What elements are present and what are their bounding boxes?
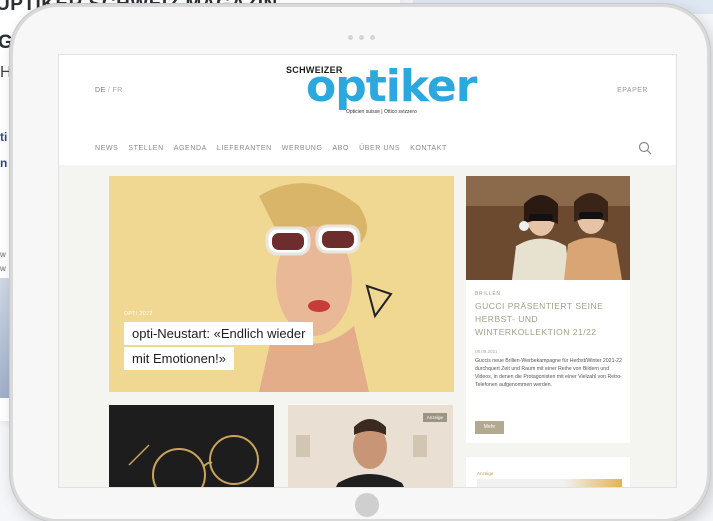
logo-wordmark: optiker (306, 61, 477, 112)
article-tile-glasses[interactable] (109, 405, 274, 487)
background-link[interactable]: n (0, 156, 7, 170)
logo-tagline: Opticien suisse | Ottico svizzero (346, 109, 417, 115)
tablet-screen: DE / FR SCHWEIZER optiker Opticien suiss… (58, 54, 677, 488)
nav-item-agenda[interactable]: AGENDA (174, 145, 207, 152)
article-teaser: Guccis neue Brillen-Werbekampagne für He… (475, 358, 622, 389)
ad-tile-right[interactable]: Anzeige (466, 457, 630, 487)
nav-item-kontakt[interactable]: KONTAKT (410, 145, 447, 152)
background-link[interactable]: ti (0, 130, 7, 144)
glasses-image (109, 405, 274, 487)
site-header: DE / FR SCHWEIZER optiker Opticien suiss… (59, 55, 676, 165)
nav-item-ueber-uns[interactable]: ÜBER UNS (359, 145, 400, 152)
home-button[interactable] (355, 493, 379, 517)
ad-banner (477, 479, 622, 487)
article-date: 08.09.2021 (475, 349, 498, 354)
hero-title-line[interactable]: mit Emotionen!» (124, 347, 234, 370)
camera-dots (348, 35, 375, 40)
nav-item-stellen[interactable]: STELLEN (128, 145, 163, 152)
article-kicker: BRILLEN (475, 291, 501, 297)
ad-badge: Anzeige (422, 413, 447, 422)
nav-item-news[interactable]: NEWS (95, 145, 118, 152)
site-logo[interactable]: SCHWEIZER optiker Opticien suisse | Otti… (286, 65, 477, 121)
search-icon[interactable] (638, 141, 652, 155)
ad-tile[interactable]: Anzeige (288, 405, 453, 487)
more-button[interactable]: Mehr (475, 421, 504, 434)
nav-item-werbung[interactable]: WERBUNG (282, 145, 323, 152)
language-switcher: DE / FR (95, 87, 123, 94)
nav-item-abo[interactable]: ABO (333, 145, 350, 152)
article-card-gucci[interactable]: BRILLEN GUCCI PRÄSENTIERT SEINE HERBST- … (466, 176, 630, 443)
background-small-text: w (0, 264, 6, 273)
article-title[interactable]: GUCCI PRÄSENTIERT SEINE HERBST- UND WINT… (475, 300, 625, 338)
epaper-link[interactable]: EPAPER (617, 87, 648, 94)
background-small-text: w (0, 250, 6, 259)
ad-label: Anzeige (477, 471, 494, 476)
tablet-device: DE / FR SCHWEIZER optiker Opticien suiss… (10, 4, 710, 521)
article-photo (466, 176, 630, 280)
nav-item-lieferanten[interactable]: LIEFERANTEN (217, 145, 272, 152)
hero-article[interactable]: OPTI 2022 opti-Neustart: «Endlich wieder… (109, 176, 454, 392)
hero-kicker: OPTI 2022 (124, 311, 153, 317)
lang-separator: / (107, 87, 111, 94)
hero-title-line[interactable]: opti-Neustart: «Endlich wieder (124, 322, 314, 345)
main-nav: NEWS STELLEN AGENDA LIEFERANTEN WERBUNG … (95, 145, 447, 152)
lang-de[interactable]: DE (95, 87, 106, 94)
lang-fr[interactable]: FR (113, 87, 123, 94)
